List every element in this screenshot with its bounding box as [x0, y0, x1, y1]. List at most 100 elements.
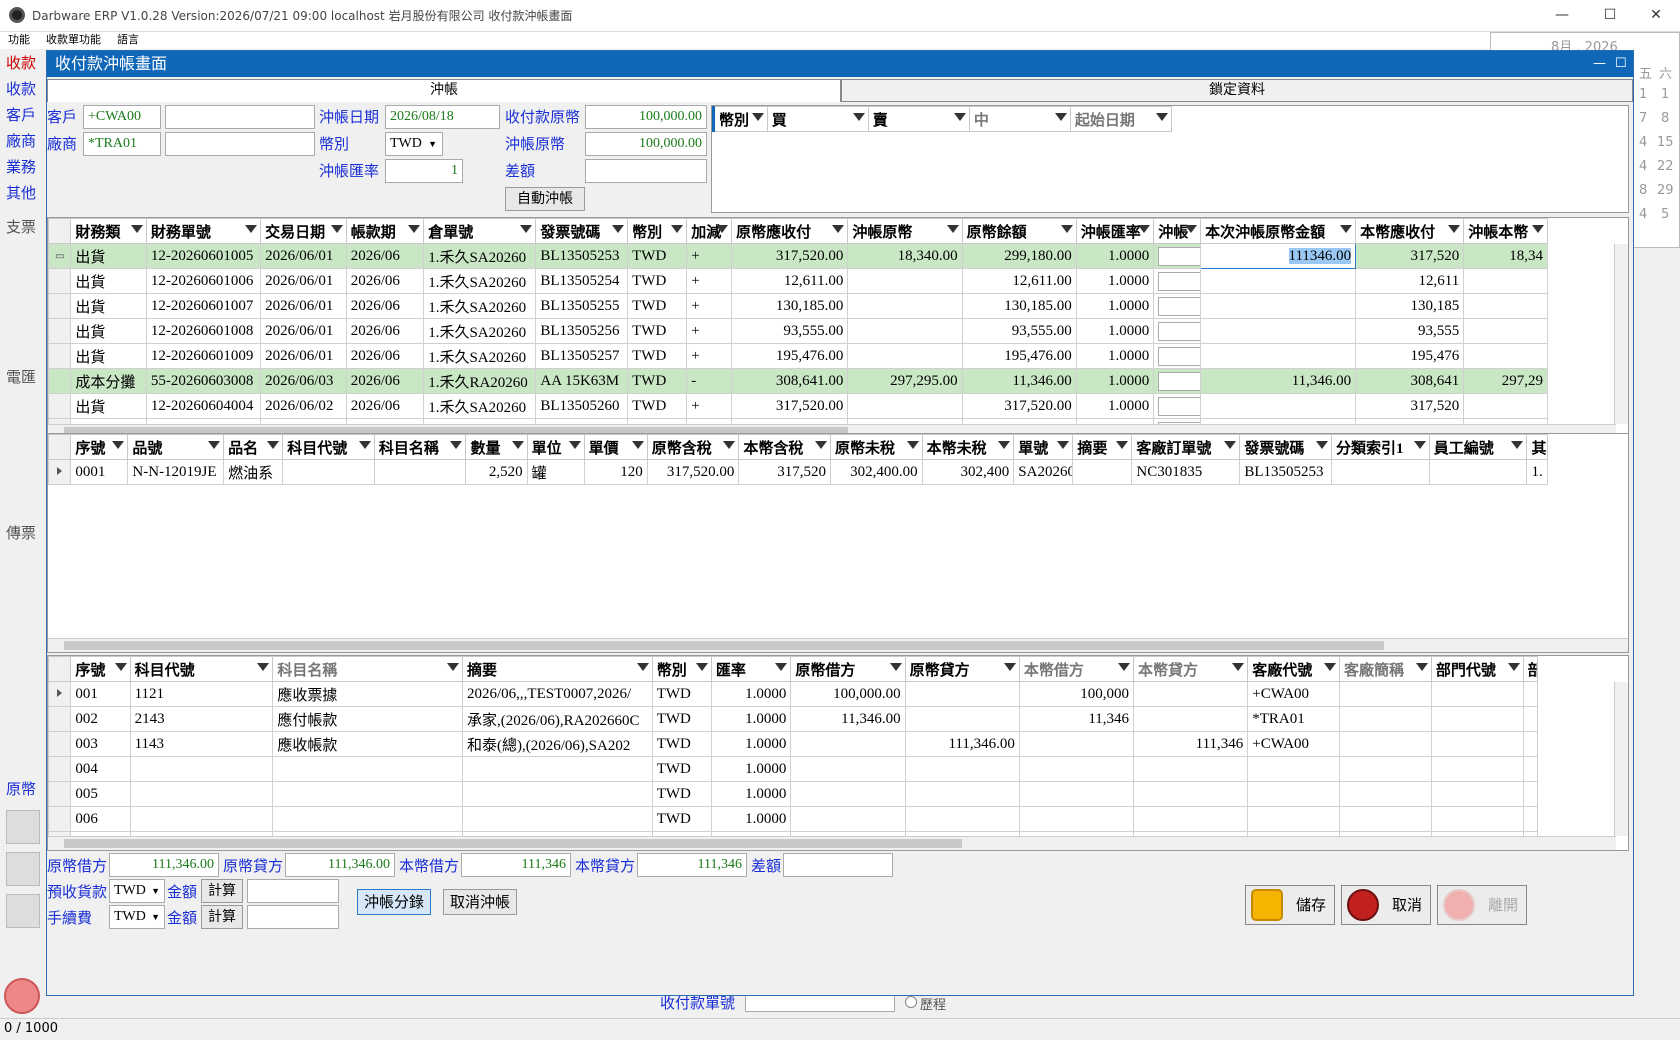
filter-icon[interactable]	[1511, 441, 1524, 449]
table-cell[interactable]	[790, 806, 906, 832]
filter-icon[interactable]	[1138, 225, 1151, 233]
table-cell[interactable]: +	[686, 393, 733, 419]
table-row[interactable]: 003 1143 應收帳款 和泰(總),(2026/06),SA202 TWD 1.000…	[48, 731, 1539, 757]
table-cell[interactable]: 111,346.00	[904, 731, 1020, 757]
dialog-maximize-icon[interactable]: ☐	[1615, 51, 1627, 77]
table-cell[interactable]	[904, 756, 1020, 782]
grid1-col-header[interactable]: 原幣餘額	[961, 218, 1077, 244]
table-cell[interactable]: 2026/06,,,TEST0007,2026/	[462, 681, 653, 707]
filter-icon[interactable]	[1232, 663, 1245, 671]
filter-icon[interactable]	[612, 225, 625, 233]
filter-icon[interactable]	[208, 441, 221, 449]
table-cell[interactable]: 2026/06	[345, 243, 425, 269]
table-cell[interactable]: BL13505257	[535, 343, 629, 369]
filter-icon[interactable]	[775, 663, 788, 671]
filter-icon[interactable]	[114, 663, 127, 671]
table-row[interactable]: 出貨 12-20260601008 2026/06/01 2026/06 1.禾久SA2…	[48, 318, 1548, 344]
table-row[interactable]: 001 1121 應收票據 2026/06,,,TEST0007,2026/TWD 1.…	[48, 681, 1539, 707]
table-cell[interactable]: 1.禾久SA20260	[423, 393, 537, 419]
table-cell[interactable]	[847, 268, 963, 294]
table-row[interactable]: ▭ 出貨 12-20260601005 2026/06/01 2026/06 1.禾久SA…	[48, 243, 1548, 269]
table-cell[interactable]	[129, 781, 274, 807]
table-cell[interactable]: 2,520	[465, 459, 528, 485]
filter-icon[interactable]	[408, 225, 421, 233]
minimize-icon[interactable]: —	[1542, 4, 1582, 26]
table-cell[interactable]: 應收票據	[272, 681, 464, 707]
table-cell[interactable]: 317,520.00	[646, 459, 740, 485]
grid2-col-header[interactable]: 科目名稱	[373, 434, 467, 460]
table-cell[interactable]: 302,400.00	[829, 459, 923, 485]
table-cell[interactable]: 317,520	[738, 459, 831, 485]
table-cell[interactable]: +	[686, 243, 733, 269]
table-cell[interactable]: 12-20260601007	[145, 293, 262, 319]
table-cell[interactable]: 55-20260603008	[145, 368, 262, 394]
table-cell[interactable]: 1.禾久SA20260	[423, 243, 537, 269]
row-selector[interactable]	[48, 681, 72, 707]
tab-locked-data[interactable]: 鎖定資料	[841, 79, 1633, 102]
grid2-col-header[interactable]: 客廠訂單號	[1131, 434, 1241, 460]
table-cell[interactable]: 130,185.00	[961, 293, 1077, 319]
table-cell[interactable]: 12,611	[1355, 268, 1465, 294]
table-cell[interactable]	[1430, 806, 1524, 832]
customer-name-input[interactable]	[165, 105, 315, 129]
table-cell[interactable]: 195,476.00	[961, 343, 1077, 369]
table-cell[interactable]	[1339, 706, 1432, 732]
table-cell[interactable]: 2026/06	[345, 343, 425, 369]
table-cell[interactable]	[1339, 756, 1432, 782]
table-cell[interactable]	[847, 343, 963, 369]
grid3-col-header[interactable]: 客廠簡稱	[1339, 656, 1432, 682]
table-cell[interactable]: 1.0000	[1075, 293, 1155, 319]
close-icon[interactable]: ✕	[1636, 4, 1676, 26]
diff-input[interactable]	[585, 159, 707, 183]
filter-icon[interactable]	[814, 441, 827, 449]
filter-icon[interactable]	[751, 113, 764, 121]
filter-icon[interactable]	[1315, 441, 1328, 449]
table-cell[interactable]	[847, 318, 963, 344]
table-cell[interactable]	[790, 756, 906, 782]
table-cell[interactable]: 出貨	[70, 243, 147, 269]
grid1-col-header[interactable]: 帳款期	[345, 218, 425, 244]
grid3-col-header[interactable]: 部門代號	[1430, 656, 1524, 682]
table-cell[interactable]: 1.0000	[1075, 268, 1155, 294]
filter-icon[interactable]	[889, 663, 902, 671]
table-cell[interactable]: 111346.00	[1200, 243, 1357, 269]
table-cell[interactable]: BL13505253	[1239, 459, 1332, 485]
table-cell[interactable]: 出貨	[70, 268, 147, 294]
table-cell[interactable]	[1133, 706, 1249, 732]
table-cell[interactable]: 2026/06/02	[260, 393, 347, 419]
table-cell[interactable]: TWD	[627, 343, 688, 369]
table-cell[interactable]: BL13505255	[535, 293, 629, 319]
filter-icon[interactable]	[1532, 225, 1544, 233]
filter-icon[interactable]	[267, 441, 280, 449]
offset-checkbox[interactable]	[1158, 321, 1200, 341]
row-selector[interactable]	[48, 459, 72, 485]
table-cell[interactable]: 1.禾久SA20260	[423, 293, 537, 319]
table-cell[interactable]: 1.禾久RA20260	[423, 368, 537, 394]
table-cell[interactable]	[1339, 731, 1432, 757]
rate-input[interactable]: 1	[385, 159, 463, 183]
rate-col-mid[interactable]: 中	[968, 106, 1071, 132]
table-cell[interactable]: TWD	[651, 781, 712, 807]
table-cell[interactable]: 11,346.00	[1200, 368, 1357, 394]
filter-icon[interactable]	[1118, 663, 1131, 671]
row-selector[interactable]	[48, 293, 72, 319]
table-cell[interactable]: 11,346.00	[961, 368, 1077, 394]
grid3-col-header[interactable]: 科目代號	[129, 656, 274, 682]
grid1-col-header[interactable]: 財務類	[70, 218, 147, 244]
table-row[interactable]: 0001 N-N-12019JE 燃油系 2,520 罐 120 317,520.00 317…	[48, 459, 1548, 485]
grid2-col-header[interactable]: 原幣未稅	[829, 434, 923, 460]
table-cell[interactable]: 2026/06	[345, 368, 425, 394]
table-cell[interactable]	[790, 781, 906, 807]
table-cell[interactable]: 317,520	[1355, 243, 1465, 269]
grid3-col-header[interactable]: 本幣貸方	[1133, 656, 1249, 682]
table-cell[interactable]	[1018, 756, 1135, 782]
table-cell[interactable]	[1072, 459, 1133, 485]
table-cell[interactable]	[1200, 318, 1357, 344]
grid2-col-header[interactable]: 數量	[465, 434, 528, 460]
filter-icon[interactable]	[130, 225, 143, 233]
grid1-col-header[interactable]: 幣別	[627, 218, 688, 244]
table-cell[interactable]	[1463, 293, 1548, 319]
grid3-col-header[interactable]: 原幣借方	[790, 656, 906, 682]
table-cell[interactable]	[1339, 781, 1432, 807]
table-cell[interactable]	[1200, 268, 1357, 294]
